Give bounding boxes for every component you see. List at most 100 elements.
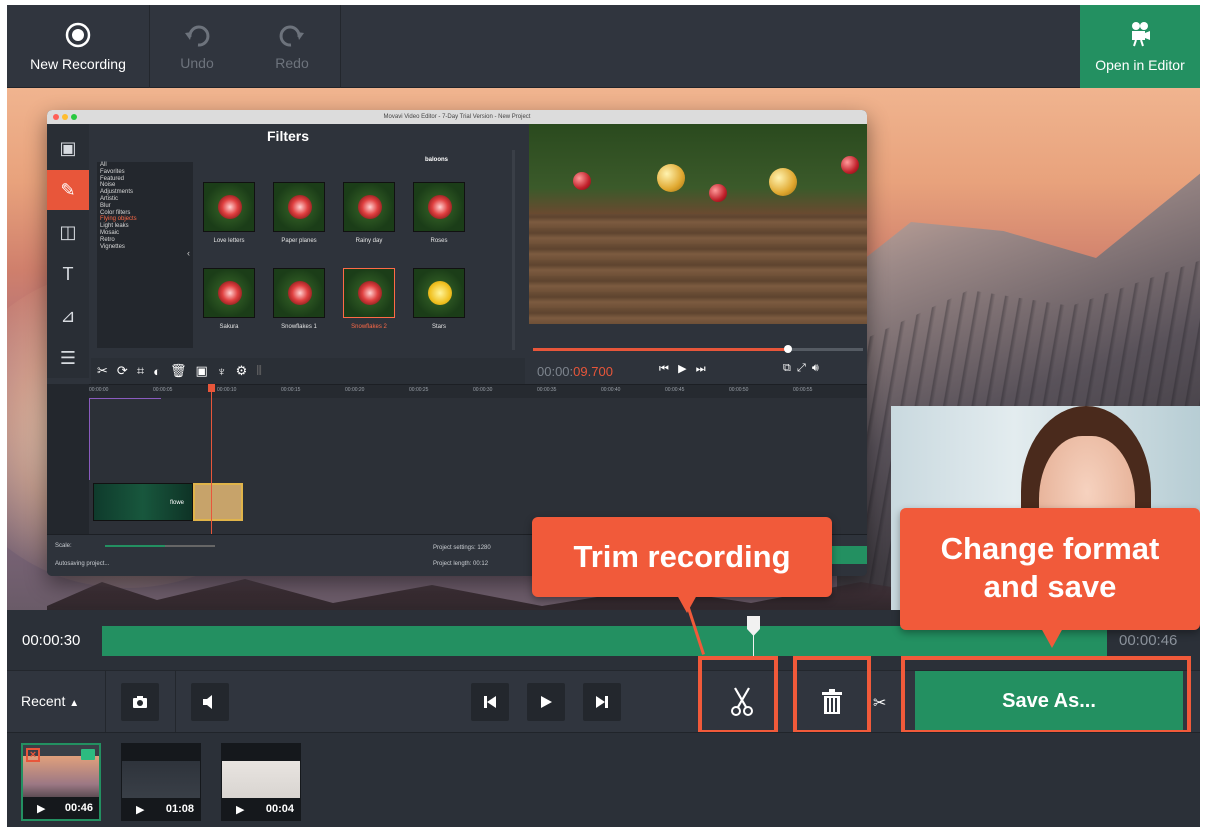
stickers-icon[interactable]: ⊿ (47, 296, 89, 336)
ruler-tick: 00:00:10 (217, 387, 237, 393)
export-frame-icon[interactable]: ⧉ (783, 362, 791, 374)
new-recording-button[interactable]: New Recording (7, 5, 149, 88)
ornament-gold (657, 164, 685, 192)
equalizer-icon[interactable]: ⦀ (256, 363, 262, 379)
filter-thumbnail[interactable] (203, 268, 255, 318)
timeline-track[interactable] (102, 626, 1107, 656)
category-item[interactable]: Favorites (97, 169, 193, 176)
project-length: Project length: 00:12 (433, 561, 489, 567)
ruler-tick: 00:00:45 (665, 387, 685, 393)
skip-forward-icon[interactable]: ⏭ (696, 363, 706, 375)
import-icon[interactable]: ▣ (47, 128, 89, 168)
ruler-tick: 00:00:20 (345, 387, 365, 393)
delete-icon[interactable]: 🗑︎ (170, 363, 187, 379)
volume-icon[interactable]: 🔊︎ (812, 362, 819, 374)
folder-icon[interactable] (81, 749, 95, 760)
recording-thumbnail[interactable]: ▶ 01:08 (121, 743, 201, 821)
category-item-selected[interactable]: Flying objects (97, 216, 193, 223)
filter-label: Rainy day (355, 238, 383, 244)
filter-thumbnail[interactable] (203, 182, 255, 232)
category-item[interactable]: Color filters (97, 210, 193, 217)
skip-back-icon[interactable]: ⏮ (659, 363, 669, 375)
minimize-dot-icon[interactable] (62, 114, 68, 120)
filter-label: Sakura (219, 324, 239, 330)
category-item[interactable]: Adjustments (97, 189, 193, 196)
open-in-editor-button[interactable]: Open in Editor (1080, 5, 1200, 88)
filter-thumbnail[interactable] (413, 268, 465, 318)
ornament-red (709, 184, 727, 202)
trim-recording-callout: Trim recording (532, 517, 832, 597)
small-scissors-icon[interactable]: ✂ (873, 693, 886, 713)
filter-label-selected: Snowflakes 2 (351, 324, 387, 330)
new-recording-label: New Recording (30, 55, 126, 72)
redo-button[interactable]: Redo (252, 5, 332, 88)
play-icon[interactable]: ▶ (37, 802, 45, 815)
scrubber-handle[interactable] (784, 345, 792, 353)
callout-line-1: Change format (940, 531, 1160, 566)
rotate-icon[interactable]: ⟳ (117, 363, 128, 379)
undo-button[interactable]: Undo (157, 5, 237, 88)
settings-gear-icon[interactable]: ⚙ (236, 363, 248, 379)
category-item[interactable]: Retro (97, 237, 193, 244)
category-item[interactable]: Featured (97, 176, 193, 183)
filter-label: Paper planes (281, 238, 317, 244)
ruler-tick: 00:00:00 (89, 387, 109, 393)
crop-icon[interactable]: ⌗ (137, 363, 144, 379)
close-dot-icon[interactable] (53, 114, 59, 120)
image-icon[interactable]: ▣ (196, 363, 208, 379)
category-item[interactable]: All (97, 162, 193, 169)
color-adjust-icon[interactable]: ◐ (153, 364, 161, 379)
editor-playhead[interactable] (211, 384, 212, 534)
play-button[interactable] (527, 683, 565, 721)
editor-title-bar: Movavi Video Editor - 7-Day Trial Versio… (47, 110, 867, 124)
zoom-dot-icon[interactable] (71, 114, 77, 120)
filter-label: Snowflakes 1 (281, 324, 317, 330)
skip-to-end-button[interactable] (583, 683, 621, 721)
toolbar-divider (340, 5, 341, 88)
screenshot-button[interactable] (121, 683, 159, 721)
category-item[interactable]: Noise (97, 182, 193, 189)
skip-to-start-button[interactable] (471, 683, 509, 721)
play-icon[interactable]: ▶ (136, 803, 144, 816)
filter-thumbnail[interactable] (273, 268, 325, 318)
cut-icon[interactable]: ✂ (97, 363, 108, 379)
play-icon[interactable]: ▶ (678, 363, 686, 375)
volume-button[interactable] (191, 683, 229, 721)
category-item[interactable]: Artistic (97, 196, 193, 203)
category-item[interactable]: Vignettes (97, 244, 193, 251)
editor-playhead-handle[interactable] (208, 384, 215, 392)
filter-scrollbar[interactable] (512, 150, 515, 350)
filters-brush-icon[interactable]: ✎ (47, 170, 89, 210)
category-item[interactable]: Blur (97, 203, 193, 210)
close-icon[interactable]: × (26, 748, 40, 762)
editor-preview-scrubber[interactable] (533, 345, 863, 353)
more-tools-icon[interactable]: ☰ (47, 338, 89, 378)
filter-thumbnail[interactable] (413, 182, 465, 232)
recording-thumbnail[interactable]: ▶ 00:04 (221, 743, 301, 821)
play-icon[interactable]: ▶ (236, 803, 244, 816)
filter-thumbnail-selected[interactable] (343, 268, 395, 318)
control-divider (175, 671, 176, 733)
titles-icon[interactable]: T (47, 254, 89, 294)
play-icon (541, 696, 552, 708)
timeline-clip[interactable]: flowe (93, 483, 193, 521)
timeline-clip-selected[interactable] (193, 483, 243, 521)
recording-duration: 00:04 (265, 803, 294, 815)
trim-highlight-frame (698, 656, 778, 734)
collapse-chevron-icon[interactable]: ‹ (187, 248, 190, 258)
scale-slider[interactable] (105, 545, 165, 547)
microphone-icon[interactable]: ♆ (217, 364, 227, 379)
category-item[interactable]: Mosaic (97, 230, 193, 237)
recording-thumbnail-selected[interactable]: × ▶ 00:46 (21, 743, 101, 821)
transitions-icon[interactable]: ◫ (47, 212, 89, 252)
recent-dropdown[interactable]: Recent ▲ (21, 693, 79, 709)
category-item[interactable]: Light leaks (97, 223, 193, 230)
fullscreen-icon[interactable]: ⤢ (797, 362, 806, 374)
filter-label: Love letters (213, 238, 245, 244)
filter-column-hint: baloons (425, 157, 449, 163)
filter-thumbnail[interactable] (343, 182, 395, 232)
playback-control-bar: Recent ▲ ✂ Save As... (7, 656, 1200, 734)
ornament-red (573, 172, 591, 190)
ruler-tick: 00:00:40 (601, 387, 621, 393)
filter-thumbnail[interactable] (273, 182, 325, 232)
